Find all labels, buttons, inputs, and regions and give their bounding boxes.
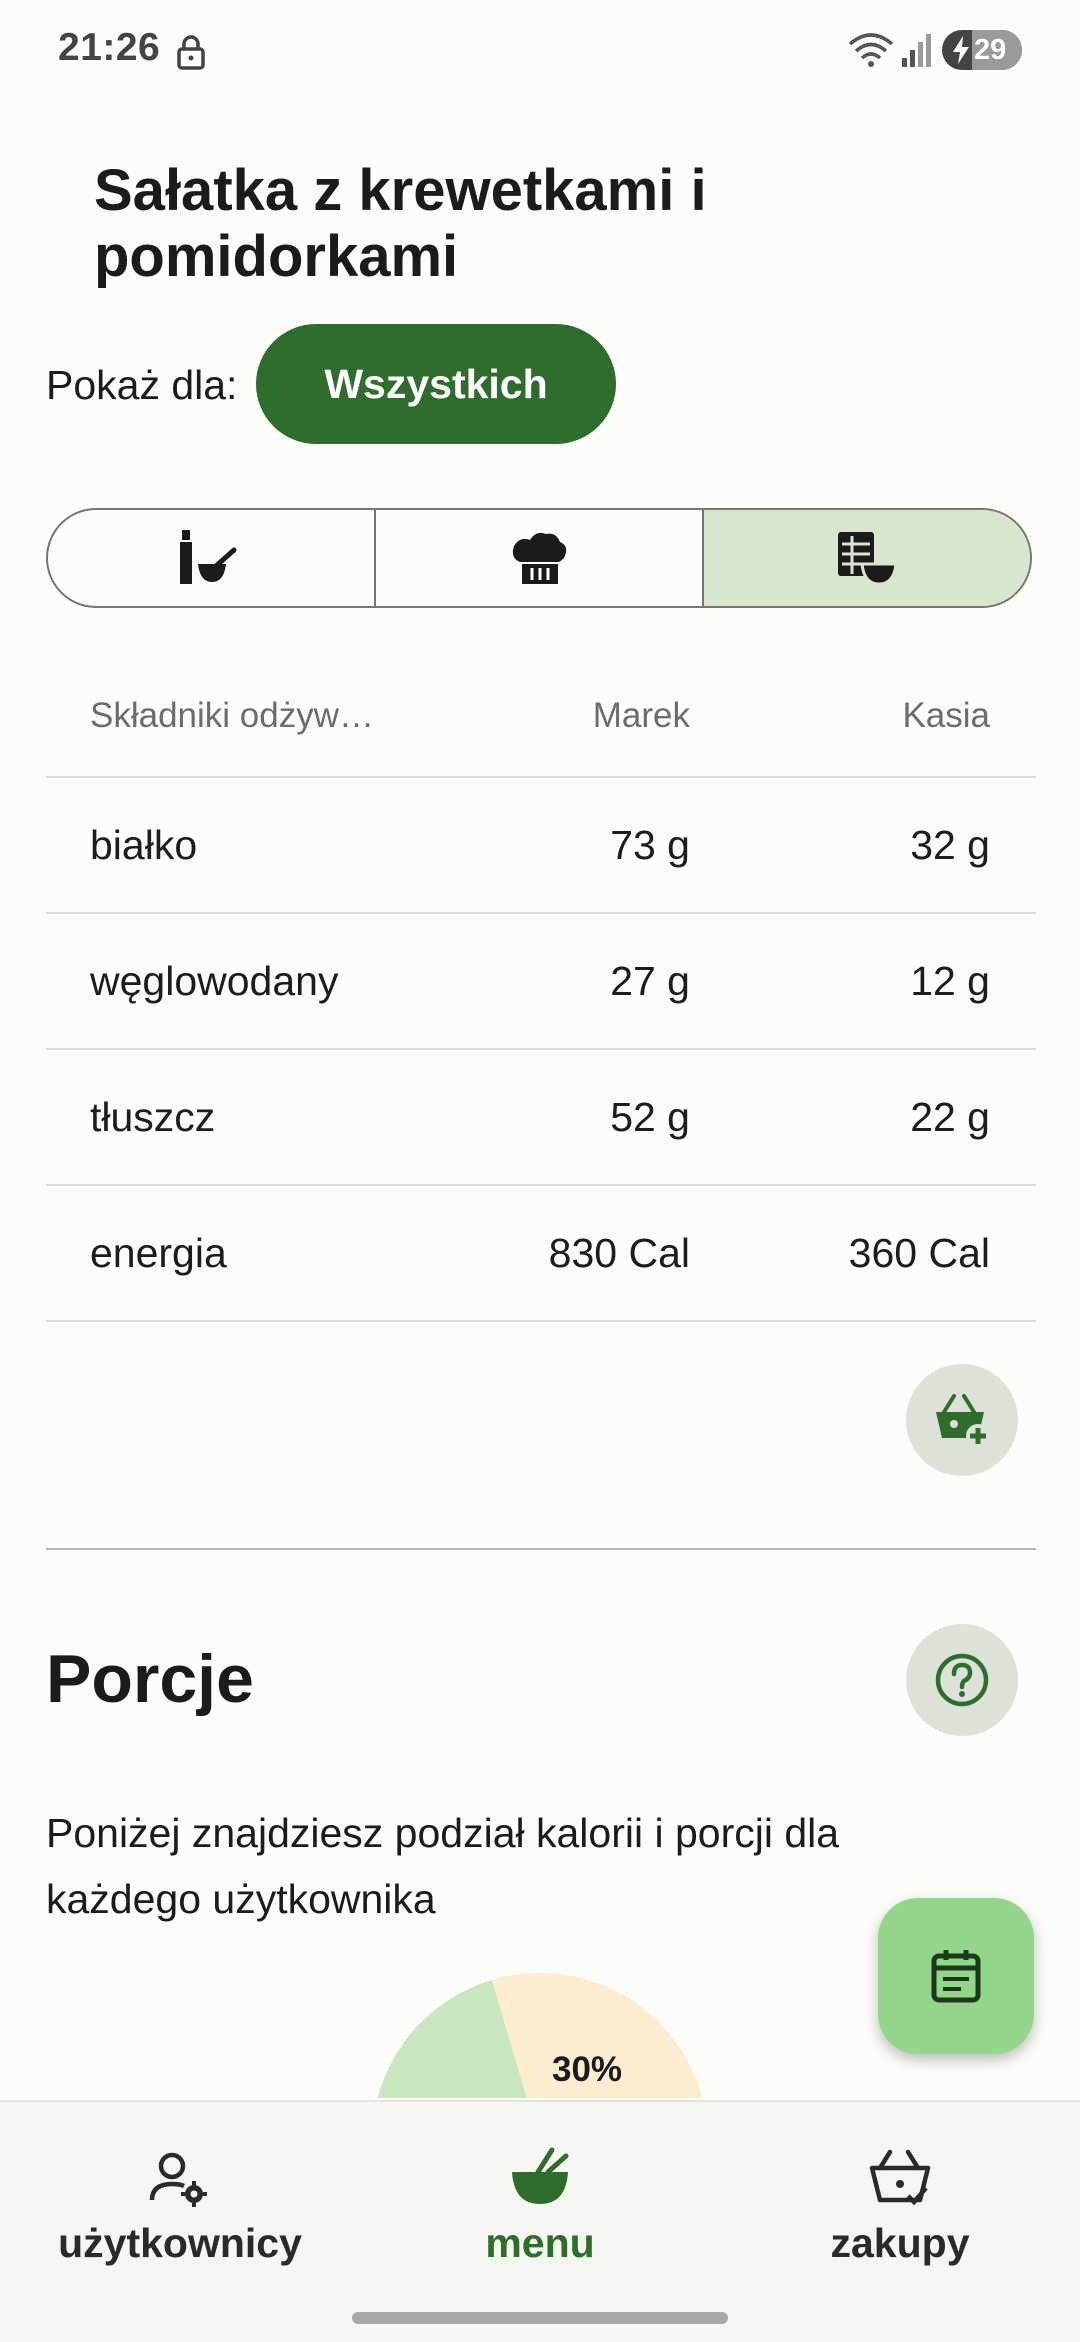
bottom-navigation: użytkownicy menu zakupy	[0, 2100, 1080, 2342]
nutrient-name: białko	[90, 821, 198, 868]
basket-add-icon	[936, 1394, 990, 1448]
nav-label-users: użytkownicy	[58, 2220, 302, 2266]
tab-ingredients[interactable]	[48, 510, 376, 606]
nutrient-value-user-2: 22 g	[910, 1093, 990, 1140]
ingredients-icon	[180, 530, 237, 584]
header-nutrients: Składniki odżyw…	[90, 696, 374, 735]
tab-preparation[interactable]	[376, 510, 704, 606]
table-row: białko 73 g 32 g	[46, 778, 1036, 914]
nutrition-table-icon	[838, 532, 898, 586]
chef-hat-icon	[512, 532, 567, 584]
view-tabs	[46, 508, 1032, 608]
nav-item-users[interactable]: użytkownicy	[0, 2102, 360, 2342]
header-user-2: Kasia	[902, 696, 990, 735]
status-bar: 21:26 29	[0, 0, 1080, 100]
tab-nutrition[interactable]	[704, 510, 1030, 606]
battery-level: 29	[974, 34, 1007, 66]
battery-charging-icon	[953, 36, 969, 64]
show-for-selector[interactable]: Wszystkich	[256, 324, 616, 444]
table-header-row: Składniki odżyw… Marek Kasia	[46, 656, 1036, 778]
nutrient-value-user-1: 52 g	[610, 1093, 690, 1140]
nutrient-name: energia	[90, 1229, 227, 1276]
portions-title: Porcje	[46, 1641, 254, 1717]
nutrient-name: węglowodany	[90, 957, 339, 1004]
portions-pie-chart	[377, 1973, 703, 2098]
table-row: węglowodany 27 g 12 g	[46, 914, 1036, 1050]
nav-item-menu[interactable]: menu	[360, 2102, 720, 2342]
wifi-icon	[848, 33, 894, 67]
lock-icon	[177, 35, 205, 70]
show-for-label: Pokaż dla:	[46, 362, 238, 408]
bowl-icon	[512, 2147, 569, 2204]
table-row: tłuszcz 52 g 22 g	[46, 1050, 1036, 1186]
nutrient-name: tłuszcz	[90, 1093, 216, 1140]
nutrition-table: Składniki odżyw… Marek Kasia białko 73 g…	[46, 656, 1036, 1322]
section-divider	[46, 1548, 1036, 1550]
nav-item-shopping[interactable]: zakupy	[720, 2102, 1080, 2342]
basket-check-icon	[869, 2149, 931, 2206]
recipe-title: Sałatka z krewetkami i pomidorkami	[94, 158, 707, 289]
battery-indicator: 29	[942, 30, 1022, 70]
nutrient-value-user-2: 32 g	[910, 821, 990, 868]
nutrient-value-user-2: 360 Cal	[848, 1229, 990, 1276]
table-row: energia 830 Cal 360 Cal	[46, 1186, 1036, 1322]
signal-icon	[902, 34, 931, 67]
nutrient-value-user-2: 12 g	[910, 957, 990, 1004]
calendar-icon	[931, 1950, 981, 2003]
pie-slice-label: 30%	[552, 2050, 623, 2089]
add-to-shopping-list-button[interactable]	[906, 1364, 1018, 1476]
home-indicator[interactable]	[352, 2312, 728, 2324]
nutrient-value-user-1: 27 g	[610, 957, 690, 1004]
status-time: 21:26	[58, 26, 161, 69]
nutrient-value-user-1: 830 Cal	[548, 1229, 690, 1276]
help-button[interactable]	[906, 1624, 1018, 1736]
nav-label-shopping: zakupy	[830, 2220, 970, 2266]
help-icon	[935, 1653, 989, 1707]
header-user-1: Marek	[592, 696, 690, 735]
user-settings-icon	[149, 2152, 207, 2207]
nutrient-value-user-1: 73 g	[610, 821, 690, 868]
portions-description: Poniżej znajdziesz podział kalorii i por…	[46, 1810, 840, 1922]
plan-meal-fab[interactable]	[878, 1898, 1034, 2054]
nav-label-menu: menu	[485, 2220, 595, 2266]
